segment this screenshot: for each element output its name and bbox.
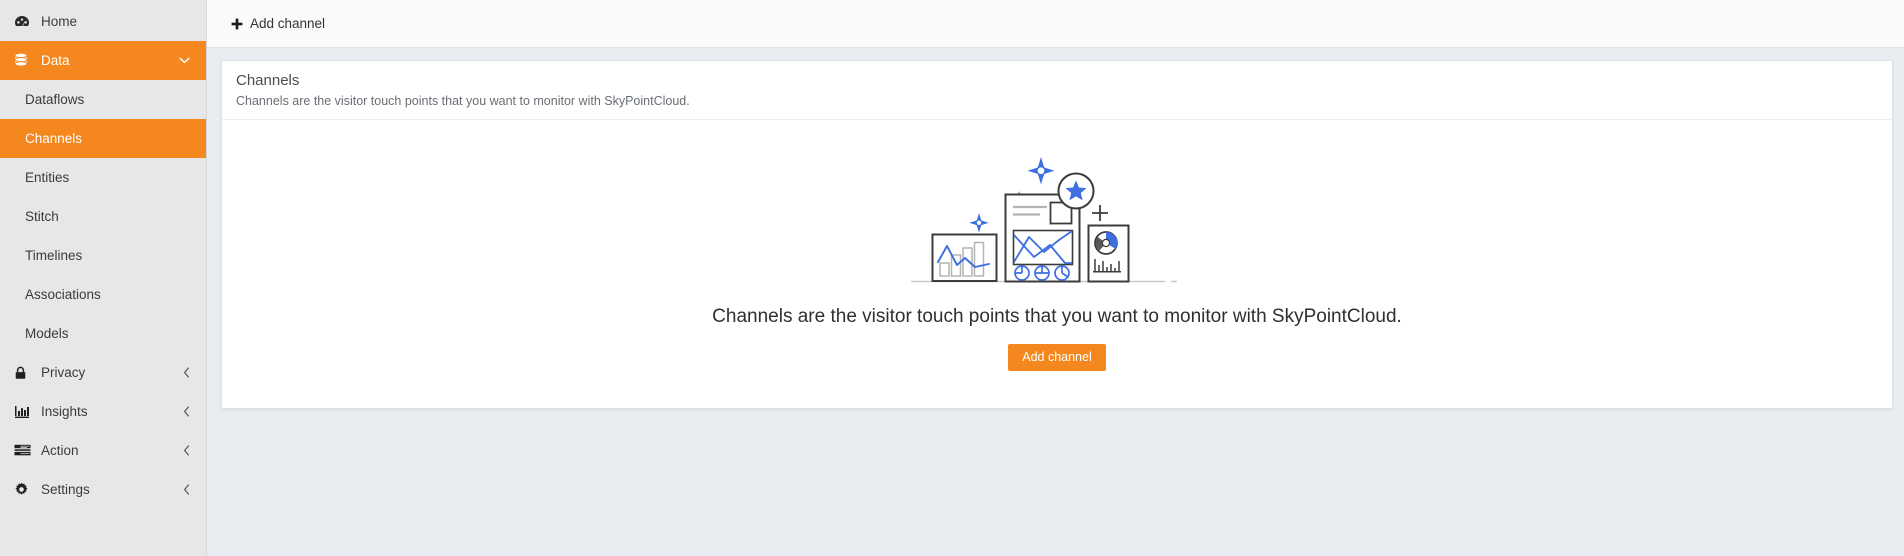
sidebar-item-insights[interactable]: Insights — [0, 392, 206, 431]
sidebar-item-label: Models — [25, 325, 69, 341]
add-channel-button[interactable]: Add channel — [1008, 343, 1106, 372]
sidebar-item-dataflows[interactable]: Dataflows — [0, 80, 206, 119]
main-region: Add channel Channels Channels are the vi… — [207, 0, 1904, 556]
sidebar-item-label: Associations — [25, 286, 101, 302]
page-subtitle: Channels are the visitor touch points th… — [236, 93, 690, 108]
sidebar-item-entities[interactable]: Entities — [0, 158, 206, 197]
chevron-left-icon — [183, 367, 192, 378]
content-area: Channels Channels are the visitor touch … — [207, 48, 1904, 556]
bar-chart-icon — [14, 404, 32, 420]
sidebar-item-settings[interactable]: Settings — [0, 470, 206, 509]
sidebar-item-data[interactable]: Data — [0, 41, 206, 80]
app-root: Home Data Dataflows Channels Entities St… — [0, 0, 1904, 556]
command-toolbar: Add channel — [207, 0, 1904, 48]
add-channel-toolbar-button[interactable]: Add channel — [229, 12, 327, 35]
dashboard-gauge-icon — [14, 14, 32, 30]
sidebar-item-channels[interactable]: Channels — [0, 119, 206, 158]
chevron-down-icon — [179, 57, 192, 64]
analytics-dashboards-empty-state-illustration — [907, 145, 1207, 300]
sidebar-item-label: Insights — [41, 403, 88, 419]
sidebar-item-label: Privacy — [41, 364, 86, 380]
sidebar-item-action[interactable]: Action — [0, 431, 206, 470]
empty-state-message: Channels are the visitor touch points th… — [712, 305, 1402, 327]
sidebar-item-label: Dataflows — [25, 91, 85, 107]
sidebar-item-label: Settings — [41, 481, 90, 497]
chevron-left-icon — [183, 406, 192, 417]
sidebar: Home Data Dataflows Channels Entities St… — [0, 0, 207, 556]
page-title: Channels — [236, 72, 300, 89]
database-icon — [14, 53, 32, 69]
channels-card: Channels Channels are the visitor touch … — [221, 60, 1893, 409]
sidebar-item-label: Home — [41, 13, 78, 29]
gear-icon — [14, 482, 32, 498]
empty-state: Channels are the visitor touch points th… — [222, 120, 1892, 408]
sidebar-item-label: Stitch — [25, 208, 59, 224]
sidebar-item-label: Action — [41, 442, 79, 458]
sidebar-item-models[interactable]: Models — [0, 314, 206, 353]
chevron-left-icon — [183, 445, 192, 456]
sidebar-item-timelines[interactable]: Timelines — [0, 236, 206, 275]
list-server-icon — [14, 443, 32, 459]
sidebar-item-label: Channels — [25, 130, 83, 146]
chevron-left-icon — [183, 484, 192, 495]
sidebar-item-stitch[interactable]: Stitch — [0, 197, 206, 236]
sidebar-item-privacy[interactable]: Privacy — [0, 353, 206, 392]
lock-icon — [14, 365, 32, 381]
sidebar-item-label: Timelines — [25, 247, 83, 263]
sidebar-item-associations[interactable]: Associations — [0, 275, 206, 314]
card-header: Channels Channels are the visitor touch … — [222, 61, 1892, 120]
plus-icon — [231, 18, 243, 30]
sidebar-item-label: Data — [41, 52, 70, 68]
sidebar-item-label: Entities — [25, 169, 70, 185]
sidebar-item-home[interactable]: Home — [0, 2, 206, 41]
add-channel-toolbar-label: Add channel — [250, 16, 326, 31]
